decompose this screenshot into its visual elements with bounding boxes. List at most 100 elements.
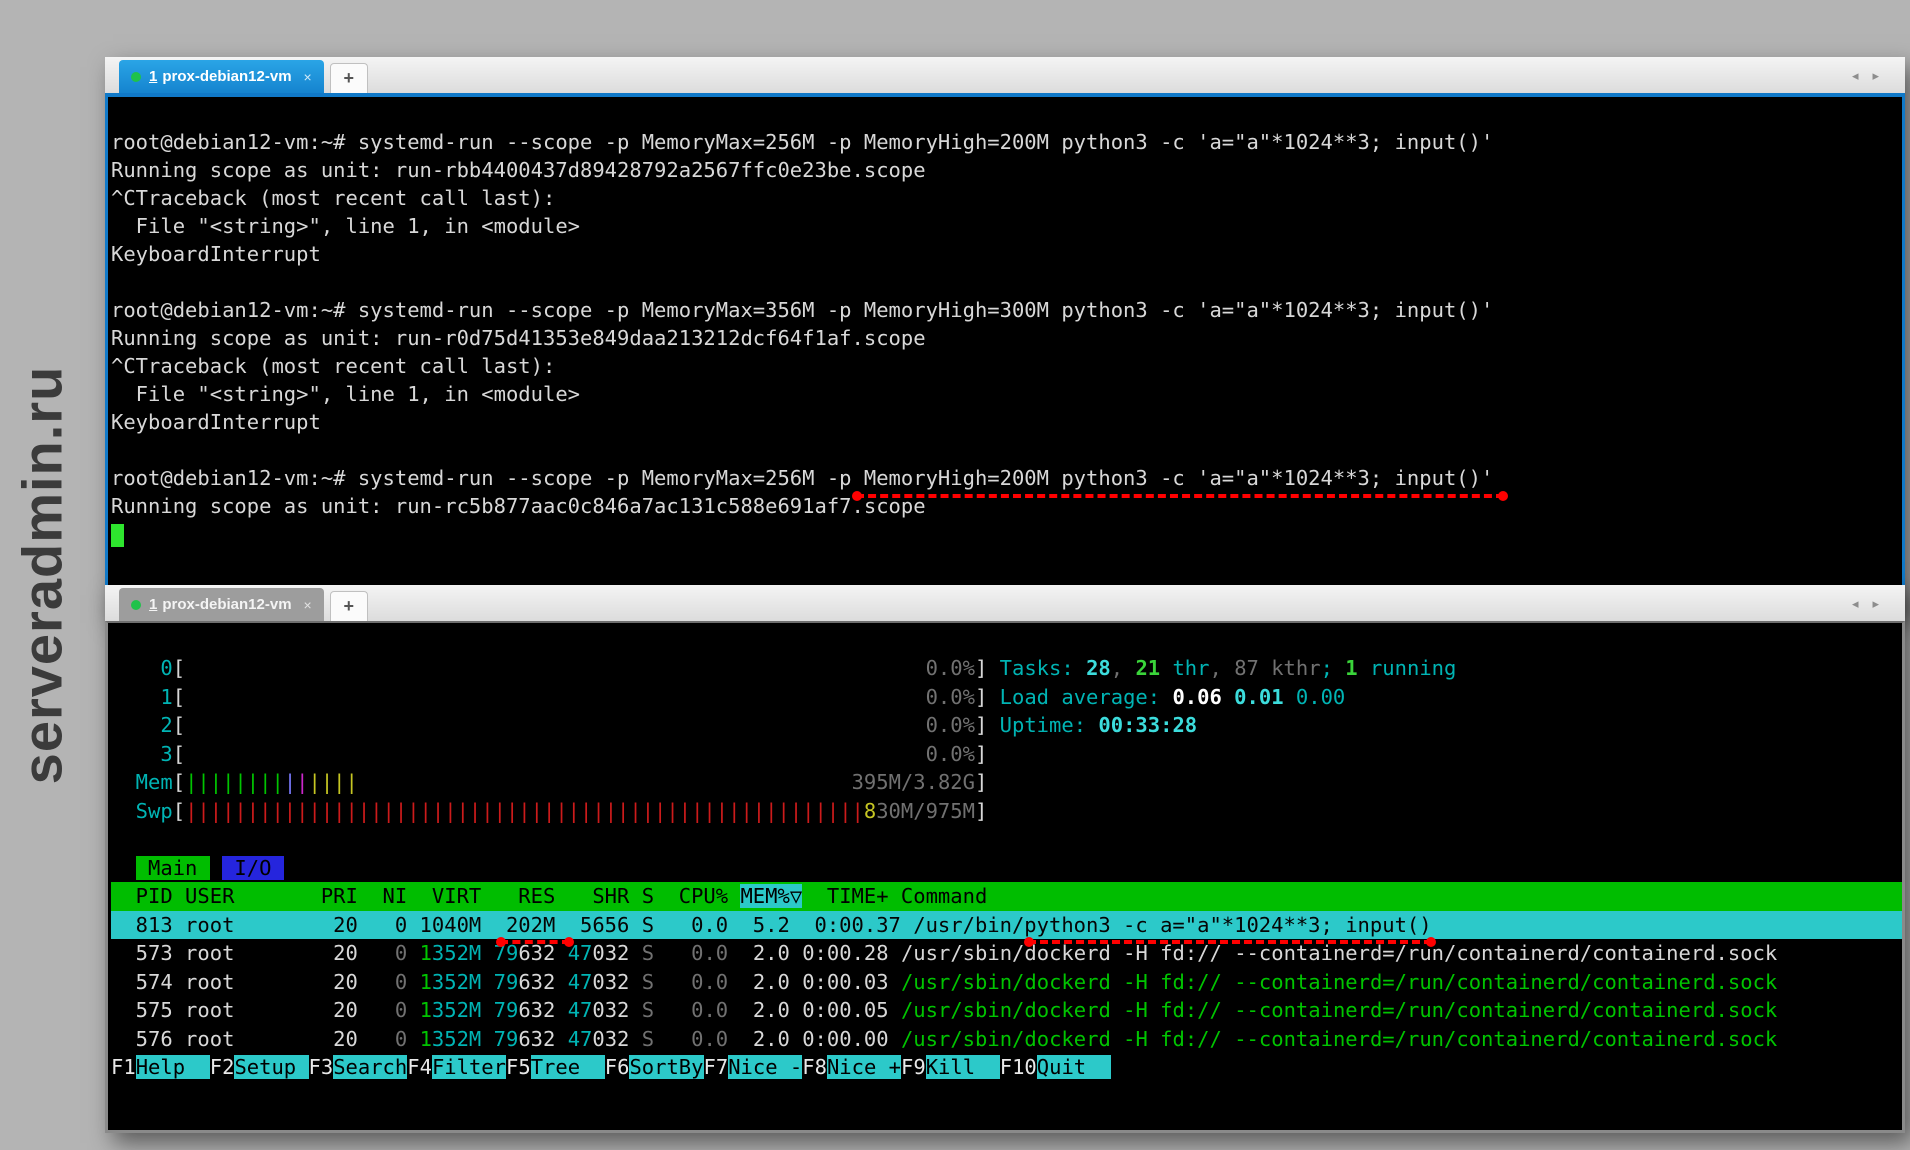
text-segment: Mem <box>111 770 173 794</box>
text-segment: 352M <box>432 1027 481 1051</box>
text-segment <box>889 970 901 994</box>
text-segment: 0.0 <box>654 970 728 994</box>
text-segment: 1 <box>1345 656 1357 680</box>
text-segment <box>407 941 419 965</box>
fkey-item[interactable]: Kill <box>926 1055 1000 1079</box>
text-segment <box>210 856 222 880</box>
text-segment <box>111 856 136 880</box>
tab-status-dot <box>131 72 141 82</box>
text-segment: MEM%▽ <box>740 884 802 908</box>
text-segment: 0 <box>358 941 407 965</box>
terminal-line: 573 root 20 0 1352M 79632 47032 S 0.0 2.… <box>111 939 1902 968</box>
text-segment: 2.0 <box>728 941 790 965</box>
text-segment <box>358 770 852 794</box>
fkey-item[interactable]: F8 <box>802 1055 827 1079</box>
text-segment: 0:00.28 <box>790 941 889 965</box>
text-segment: 2.0 <box>728 998 790 1022</box>
fkey-item[interactable]: F6 <box>605 1055 630 1079</box>
tab-scroll-right-icon[interactable]: ▸ <box>1872 596 1879 611</box>
new-tab-button[interactable]: + <box>330 591 368 621</box>
terminal-line <box>111 825 1902 854</box>
tab-prox-debian12-vm-bottom[interactable]: 1 prox-debian12-vm × <box>119 588 324 621</box>
fkey-item[interactable]: Search <box>333 1055 407 1079</box>
fkey-item[interactable]: F4 <box>407 1055 432 1079</box>
text-segment: [ <box>173 770 185 794</box>
text-segment: 1 <box>420 998 432 1022</box>
text-segment: 573 root 20 <box>111 941 358 965</box>
terminal-line: Running scope as unit: run-r0d75d41353e8… <box>111 324 1902 352</box>
terminal-line: Main I/O <box>111 854 1902 883</box>
fkey-bar: F1Help F2Setup F3SearchF4FilterF5Tree F6… <box>111 1053 1902 1082</box>
terminal-line: ^CTraceback (most recent call last): <box>111 184 1902 212</box>
annotation-red-dash-python-cmd <box>1028 940 1432 944</box>
htop-tab-io[interactable]: I/O <box>222 856 284 880</box>
text-segment: S <box>629 1027 654 1051</box>
htop-output[interactable]: 0[ 0.0%] Tasks: 28, 21 thr, 87 kthr; 1 r… <box>105 621 1905 1133</box>
text-segment: 28 <box>1086 656 1111 680</box>
text-segment: running <box>1358 656 1457 680</box>
fkey-item[interactable]: Filter <box>432 1055 506 1079</box>
tab-prox-debian12-vm-top[interactable]: 1 prox-debian12-vm × <box>119 60 324 93</box>
text-segment: Running scope as unit: run-rbb4400437d89… <box>111 158 926 182</box>
text-segment: 0.0% <box>926 656 975 680</box>
text-segment <box>987 713 999 737</box>
text-segment: 8 <box>864 799 876 823</box>
text-segment: root@debian12-vm:~# systemd-run --scope … <box>111 298 1493 322</box>
fkey-item[interactable]: F3 <box>309 1055 334 1079</box>
fkey-item[interactable]: F2 <box>210 1055 235 1079</box>
text-segment: 632 <box>518 998 555 1022</box>
text-segment: 032 <box>592 998 629 1022</box>
text-segment: 575 root 20 <box>111 998 358 1022</box>
text-segment <box>987 685 999 709</box>
text-segment: ] <box>975 770 987 794</box>
terminal-line: 2[ 0.0%] Uptime: 00:33:28 <box>111 711 1902 740</box>
text-segment: KeyboardInterrupt <box>111 242 321 266</box>
fkey-item[interactable]: F1 <box>111 1055 136 1079</box>
text-segment: 813 root 20 0 1040M 202M 5656 S 0.0 5.2 … <box>111 913 1432 937</box>
text-segment: Load average: <box>1000 685 1173 709</box>
text-segment <box>185 656 926 680</box>
fkey-item[interactable]: F5 <box>506 1055 531 1079</box>
tab-scroll-left-icon[interactable]: ◂ <box>1852 596 1859 611</box>
text-segment: 47 <box>568 998 593 1022</box>
terminal-line: File "<string>", line 1, in <module> <box>111 212 1902 240</box>
tab-nav-arrows: ◂▸ <box>1838 68 1879 84</box>
text-segment: , <box>1210 656 1235 680</box>
text-segment <box>481 998 493 1022</box>
text-segment: /usr/sbin/dockerd -H fd:// --containerd=… <box>901 1027 1777 1051</box>
fkey-item[interactable]: Quit <box>1037 1055 1111 1079</box>
fkey-item[interactable]: F10 <box>1000 1055 1037 1079</box>
text-segment: 352M <box>432 941 481 965</box>
fkey-item[interactable]: F9 <box>901 1055 926 1079</box>
fkey-item[interactable]: Nice - <box>728 1055 802 1079</box>
fkey-item[interactable]: Help <box>136 1055 210 1079</box>
text-segment: S <box>629 970 654 994</box>
terminal-line: 0[ 0.0%] Tasks: 28, 21 thr, 87 kthr; 1 r… <box>111 654 1902 683</box>
fkey-item[interactable]: Nice + <box>827 1055 901 1079</box>
fkey-item[interactable]: F7 <box>704 1055 729 1079</box>
text-segment <box>889 1027 901 1051</box>
fkey-item[interactable]: SortBy <box>629 1055 703 1079</box>
text-segment: ^CTraceback (most recent call last): <box>111 354 555 378</box>
tab-close-icon[interactable]: × <box>304 597 312 613</box>
text-segment: 0.0 <box>654 941 728 965</box>
text-segment <box>185 713 926 737</box>
htop-tab-main[interactable]: Main <box>136 856 210 880</box>
fkey-item[interactable]: Tree <box>531 1055 605 1079</box>
text-segment <box>185 685 926 709</box>
tab-scroll-right-icon[interactable]: ▸ <box>1872 68 1879 83</box>
text-segment: ||||||||||||||||||||||||||||||||||||||||… <box>185 799 864 823</box>
text-segment: 352M <box>432 998 481 1022</box>
text-segment: 032 <box>592 970 629 994</box>
tab-scroll-left-icon[interactable]: ◂ <box>1852 68 1859 83</box>
new-tab-button[interactable]: + <box>330 63 368 93</box>
tab-title: prox-debian12-vm <box>162 68 291 85</box>
text-segment: ] <box>975 799 987 823</box>
fkey-item[interactable]: Setup <box>234 1055 308 1079</box>
text-segment: 79 <box>494 998 519 1022</box>
text-segment: 21 <box>1135 656 1160 680</box>
text-segment: 2.0 <box>728 970 790 994</box>
tab-close-icon[interactable]: × <box>304 69 312 85</box>
terminal-output-top[interactable]: root@debian12-vm:~# systemd-run --scope … <box>105 93 1905 613</box>
text-segment: ] <box>975 713 987 737</box>
